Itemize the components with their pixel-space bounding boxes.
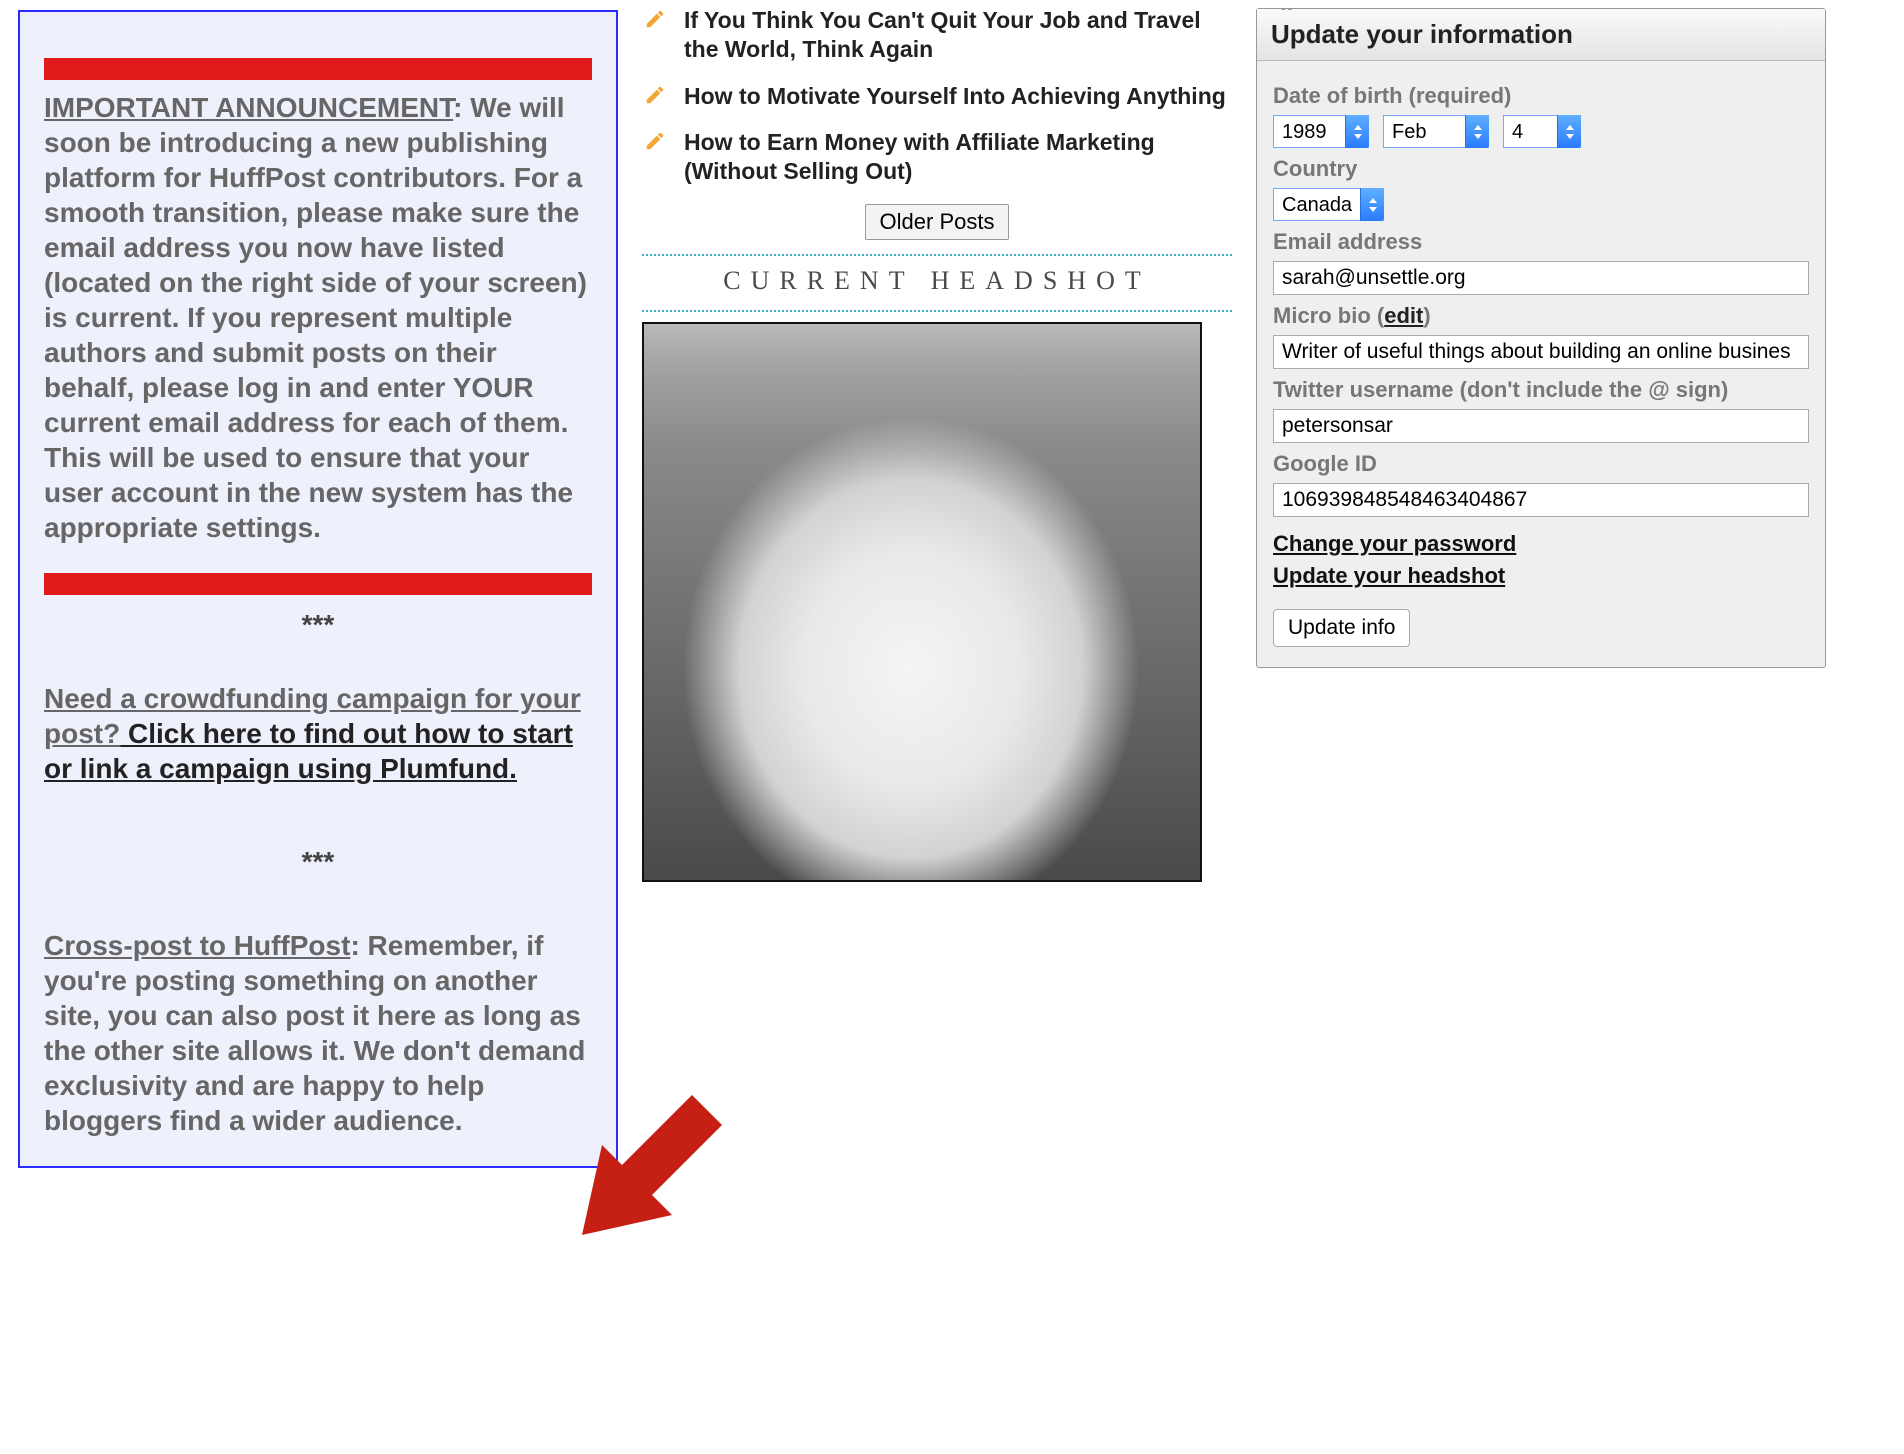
update-info-button[interactable]: Update info — [1273, 609, 1410, 647]
older-posts-button[interactable]: Older Posts — [865, 204, 1010, 240]
crowdfunding-link[interactable]: Click here to find out how to start or l… — [44, 718, 573, 784]
microbio-label: Micro bio (edit) — [1273, 303, 1809, 329]
divider-stars: *** — [44, 846, 592, 878]
change-password-link[interactable]: Change your password — [1273, 531, 1809, 557]
dob-month-select[interactable]: Feb — [1383, 115, 1489, 148]
red-divider — [44, 58, 592, 80]
posts-column: If You Think You Can't Quit Your Job and… — [642, 0, 1232, 1168]
announcement-panel: IMPORTANT ANNOUNCEMENT: We will soon be … — [18, 10, 618, 1168]
announcement-text: IMPORTANT ANNOUNCEMENT: We will soon be … — [44, 90, 592, 545]
post-title: How to Earn Money with Affiliate Marketi… — [684, 129, 1155, 184]
dotted-divider — [642, 310, 1232, 312]
dob-day-select[interactable]: 4 — [1503, 115, 1581, 148]
headshot-section-title: CURRENT HEADSHOT — [642, 266, 1232, 296]
email-field[interactable] — [1273, 261, 1809, 295]
announcement-heading: IMPORTANT ANNOUNCEMENT — [44, 92, 453, 123]
google-id-label: Google ID — [1273, 451, 1809, 477]
microbio-edit-link[interactable]: edit — [1384, 303, 1423, 328]
panel-title: Update your information — [1257, 9, 1825, 61]
update-info-panel: Update your information Date of birth (r… — [1256, 8, 1826, 668]
post-list: If You Think You Can't Quit Your Job and… — [642, 6, 1232, 204]
pencil-icon — [644, 8, 666, 37]
post-item[interactable]: How to Earn Money with Affiliate Marketi… — [642, 128, 1232, 204]
email-label: Email address — [1273, 229, 1809, 255]
microbio-field[interactable] — [1273, 335, 1809, 369]
crosspost-block: Cross-post to HuffPost: Remember, if you… — [44, 928, 592, 1138]
twitter-field[interactable] — [1273, 409, 1809, 443]
pencil-icon — [644, 84, 666, 113]
divider-stars: *** — [44, 609, 592, 641]
post-item[interactable]: How to Motivate Yourself Into Achieving … — [642, 82, 1232, 129]
post-title: How to Motivate Yourself Into Achieving … — [684, 83, 1226, 109]
google-id-field[interactable] — [1273, 483, 1809, 517]
update-headshot-link[interactable]: Update your headshot — [1273, 563, 1809, 589]
post-item[interactable]: If You Think You Can't Quit Your Job and… — [642, 6, 1232, 82]
crosspost-heading: Cross-post to HuffPost — [44, 930, 350, 961]
post-title: If You Think You Can't Quit Your Job and… — [684, 7, 1201, 62]
country-label: Country — [1273, 156, 1809, 182]
red-divider — [44, 573, 592, 595]
profile-form-column: Edit your Amazon Items Update your infor… — [1256, 0, 1826, 1168]
announcement-body: : We will soon be introducing a new publ… — [44, 92, 587, 543]
pencil-icon — [644, 130, 666, 159]
dotted-divider — [642, 254, 1232, 256]
twitter-label: Twitter username (don't include the @ si… — [1273, 377, 1809, 403]
crowdfunding-block: Need a crowdfunding campaign for your po… — [44, 681, 592, 786]
headshot-image — [642, 322, 1202, 882]
dob-label: Date of birth (required) — [1273, 83, 1809, 109]
country-select[interactable]: Canada — [1273, 188, 1384, 221]
dob-year-select[interactable]: 1989 — [1273, 115, 1369, 148]
